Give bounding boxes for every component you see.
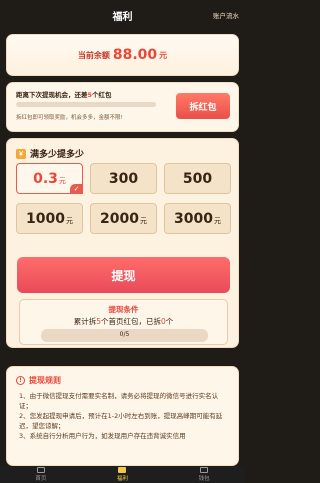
rules-title: 提现规则 (29, 376, 61, 385)
tab-welfare[interactable]: 福利 (92, 467, 152, 482)
withdraw-heading: ￥ 满多少提多少 (16, 147, 84, 160)
amount-value: 500 (182, 170, 213, 187)
account-statement-link[interactable]: 账户流水 (213, 10, 239, 20)
condition-desc-mid: 个首页红包，已拆 (101, 317, 161, 326)
amount-option-500[interactable]: 500 (164, 163, 231, 194)
amount-option-3000[interactable]: 3000 元 (164, 203, 231, 234)
redpack-card: 距离下次提现机会，还差5个红包 拆红包即可领取奖励，机会多多，金额不限! 拆红包 (6, 82, 239, 132)
redpack-remaining-prefix: 距离下次提现机会，还差 (16, 91, 88, 99)
tab-label: 钱包 (198, 476, 210, 482)
rules-card: ! 提现规则 1、由于微信提现支付需要实名制，请务必将提现的微信号进行实名认证；… (6, 366, 239, 466)
condition-progress-bar: 0/5 (41, 329, 208, 342)
balance-label: 当前余额 (77, 50, 110, 60)
redpack-progress-bar (16, 102, 156, 107)
amount-unit: 元 (213, 216, 221, 225)
alert-icon: ! (16, 376, 25, 385)
check-icon: ✓ (70, 184, 83, 194)
redpack-remaining-text: 距离下次提现机会，还差5个红包 (16, 89, 112, 99)
condition-progress-text: 0/5 (119, 331, 130, 338)
coin-icon: ￥ (16, 148, 26, 159)
condition-title: 提现条件 (108, 305, 139, 314)
redpack-remaining-suffix: 个红包 (92, 91, 112, 99)
gift-icon (118, 467, 127, 473)
amount-value: 3000 (174, 210, 213, 227)
withdraw-button[interactable]: 提现 (17, 257, 230, 293)
home-icon (36, 467, 45, 473)
amount-value: 2000 (100, 210, 139, 227)
amount-value: 0.3 (33, 170, 58, 187)
balance-card: 当前余额 88.00 元 (6, 34, 239, 76)
open-redpack-button[interactable]: 拆红包 (176, 93, 230, 119)
withdraw-heading-text: 满多少提多少 (30, 150, 85, 160)
rule-item: 2、您发起提现申请后，预计在1-2小时左右到账，提现高峰期可能有延迟，望您谅解； (19, 412, 223, 430)
page-title: 福利 (112, 11, 133, 23)
amount-value: 1000 (26, 210, 65, 227)
amount-unit: 元 (65, 216, 73, 225)
withdraw-card: ￥ 满多少提多少 0.3 元 ✓ 300 500 1000 元 2000 元 3000… (6, 138, 239, 348)
top-bar: 福利 账户流水 (0, 0, 245, 30)
balance-unit: 元 (159, 50, 168, 60)
withdraw-condition-box: 提现条件 累计拆5个首页红包，已拆0个 0/5 (19, 299, 228, 345)
bottom-tab-bar: 首页 福利 钱包 (0, 466, 245, 483)
condition-desc-suffix: 个 (165, 317, 174, 326)
amount-option-0-3[interactable]: 0.3 元 ✓ (16, 163, 83, 194)
rule-item: 1、由于微信提现支付需要实名制，请务必将提现的微信号进行实名认证； (19, 392, 219, 410)
tab-home[interactable]: 首页 (11, 467, 71, 482)
amount-options: 0.3 元 ✓ 300 500 1000 元 2000 元 3000 元 (16, 163, 231, 234)
tab-wallet[interactable]: 钱包 (174, 467, 234, 482)
amount-option-300[interactable]: 300 (90, 163, 157, 194)
redpack-hint: 拆红包即可领取奖励，机会多多，金额不限! (16, 115, 123, 121)
amount-option-1000[interactable]: 1000 元 (16, 203, 83, 234)
amount-value: 300 (108, 170, 139, 187)
wallet-icon (200, 467, 209, 473)
condition-desc-prefix: 累计拆 (73, 317, 97, 326)
tab-label: 首页 (35, 476, 47, 482)
rules-list: 1、由于微信提现支付需要实名制，请务必将提现的微信号进行实名认证； 2、您发起提… (19, 391, 231, 441)
condition-desc: 累计拆5个首页红包，已拆0个 (20, 316, 227, 327)
balance-amount: 88.00 (112, 47, 158, 63)
amount-unit: 元 (139, 216, 147, 225)
amount-unit: 元 (58, 176, 66, 185)
tab-label: 福利 (116, 476, 128, 482)
rules-heading: ! 提现规则 (16, 375, 61, 386)
amount-option-2000[interactable]: 2000 元 (90, 203, 157, 234)
rule-item: 3、系统自行分析用户行为，如发现用户存在违背诚实信用 (19, 432, 186, 440)
